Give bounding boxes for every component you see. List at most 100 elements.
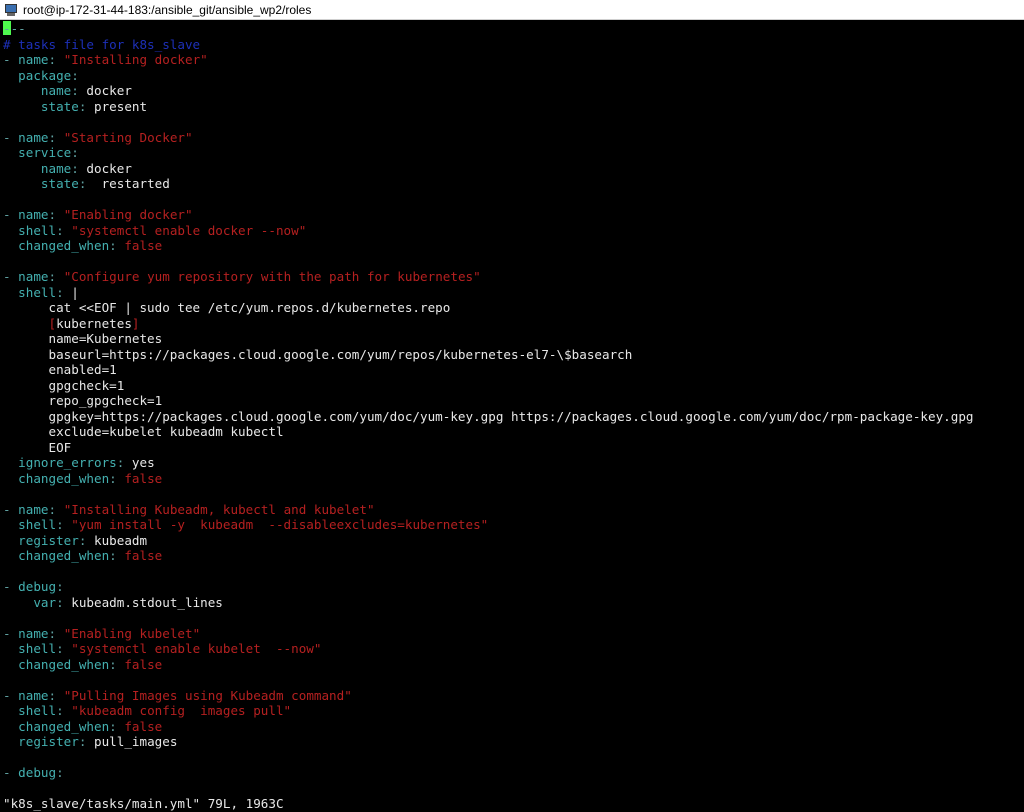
code-line: - name: "Enabling docker" [3,207,193,223]
code-line: register: pull_images [3,734,177,750]
putty-app-icon[interactable] [4,3,18,17]
code-token-value: cat <<EOF | sudo tee /etc/yum.repos.d/ku… [3,300,451,315]
code-token-punct: : [56,594,72,610]
code-line: - debug: [3,765,64,781]
terminal-editor[interactable]: --- # tasks file for k8s_slave - name: "In… [0,20,1024,811]
code-line: # tasks file for k8s_slave [3,37,200,53]
code-token-punct: : [48,687,64,703]
code-token-value: present [94,98,148,114]
code-token-value: enabled=1 [3,362,117,377]
code-token-key: state [3,98,79,114]
code-token-value: baseurl=https://packages.cloud.google.co… [3,346,633,362]
code-line: - name: "Installing docker" [3,52,208,68]
code-line: EOF [3,440,71,456]
code-token-string: false [124,656,163,672]
code-token-key: register [3,734,79,749]
code-token-punct: - [3,52,19,67]
code-token-string: "yum install -y kubeadm --disableexclude… [71,517,489,532]
code-token-punct: : [109,470,125,486]
code-token-string: "Pulling Images using Kubeadm command" [63,687,352,703]
code-token-punct: : [71,145,79,160]
code-token-punct: --- [3,21,26,36]
code-line: changed_when: false [3,238,162,254]
code-token-punct: - [3,765,19,780]
code-line: shell: "kubeadm config images pull" [3,703,291,719]
code-token-string: false [124,718,163,734]
code-line: shell: "systemctl enable kubelet --now" [3,641,321,657]
code-line: ignore_errors: yes [3,455,155,471]
code-token-key: service [3,145,72,160]
code-token-key: state [3,176,79,191]
code-line: [kubernetes] [3,316,140,332]
code-line: - name: "Enabling kubelet" [3,626,200,642]
code-token-punct: : [109,548,125,563]
code-token-punct: : [78,532,94,548]
code-line: shell: "yum install -y kubeadm --disable… [3,517,488,533]
code-token-punct: - [3,269,19,284]
code-token-string: "kubeadm config images pull" [71,703,292,718]
code-token-key: changed_when [3,238,110,253]
code-token-punct: : [56,284,72,300]
code-line: - name: "Pulling Images using Kubeadm co… [3,688,352,704]
window-titlebar: root@ip-172-31-44-183:/ansible_git/ansib… [0,0,1024,20]
code-token-string: "systemctl enable kubelet --now" [71,641,322,656]
code-token-punct: : [78,176,102,191]
code-token-punct: - [3,579,19,594]
code-token-key: shell [3,641,57,656]
code-line: state: restarted [3,176,170,192]
code-token-punct: : [78,734,94,749]
code-token-key: name [3,160,72,176]
code-token-value: exclude=kubelet kubeadm kubectl [3,424,284,439]
code-line: - name: "Installing Kubeadm, kubectl and… [3,502,375,518]
code-token-punct: : [48,269,64,284]
code-token-string: false [124,548,163,563]
code-token-punct: : [56,765,64,780]
code-token-punct: : [56,579,64,594]
code-line: changed_when: false [3,548,162,564]
code-token-string: "systemctl enable docker --now" [71,222,307,238]
code-token-value: kubeadm.stdout_lines [71,594,223,610]
code-token-key: name [18,687,49,703]
code-token-key: shell [3,284,57,300]
code-token-punct: : [109,238,125,253]
code-token-value: yes [131,455,155,470]
code-token-key: name [18,129,49,145]
code-token-punct: - [3,129,19,145]
code-token-string: "Enabling docker" [63,207,193,222]
code-token-string: "Configure yum repository with the path … [63,269,481,284]
code-token-value: docker [86,160,132,176]
code-line: name: docker [3,83,132,99]
code-token-value: docker [86,83,132,98]
code-line: register: kubeadm [3,533,147,549]
code-line: - name: "Starting Docker" [3,130,193,146]
code-token-punct: - [3,625,19,641]
code-token-punct: : [48,129,64,145]
code-token-punct: : [109,656,125,672]
code-token-punct: : [48,501,64,517]
code-line: baseurl=https://packages.cloud.google.co… [3,347,632,363]
code-token-value [3,316,49,331]
code-token-string: "Installing docker" [63,52,208,67]
code-line: changed_when: false [3,471,162,487]
code-token-string: [ [48,315,57,331]
code-token-punct: : [71,67,79,83]
code-token-value: | [71,284,79,300]
code-line: name=Kubernetes [3,331,162,347]
code-token-punct: : [109,718,125,734]
code-line: package: [3,68,79,84]
code-token-punct: : [48,207,64,222]
code-token-value: EOF [3,439,72,455]
code-token-key: shell [3,222,57,238]
code-token-punct: : [48,625,64,641]
code-token-string: "Installing Kubeadm, kubectl and kubelet… [63,501,375,517]
code-token-key: debug [18,579,57,594]
code-line: shell: | [3,285,79,301]
code-token-string: false [124,238,163,253]
code-token-punct: - [3,687,19,703]
code-token-key: name [18,207,49,222]
code-token-key: changed_when [3,718,110,734]
code-token-key: changed_when [3,470,110,486]
code-token-value: gpgkey=https://packages.cloud.google.com… [3,408,974,424]
code-token-key: ignore_errors [3,455,117,470]
code-token-value: pull_images [94,734,178,749]
